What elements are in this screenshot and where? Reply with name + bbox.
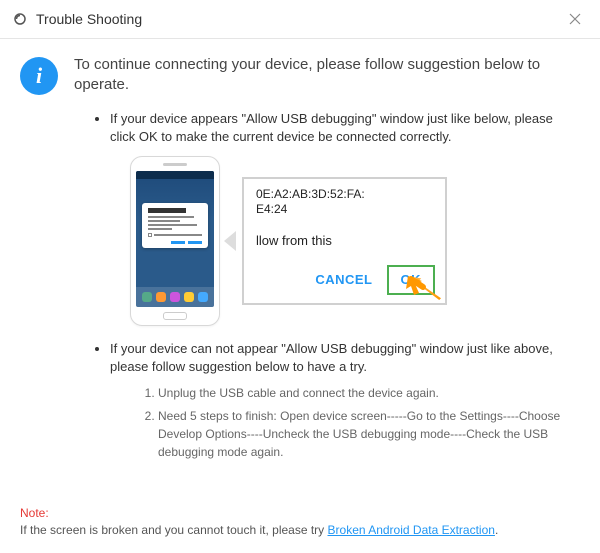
zoom-panel: 0E:A2:AB:3D:52:FA: E4:24 llow from this … xyxy=(242,177,447,305)
note-text-after: . xyxy=(495,523,498,537)
phone-mockup xyxy=(130,156,220,326)
instruction-item-2: If your device can not appear "Allow USB… xyxy=(110,340,580,461)
illustration: 0E:A2:AB:3D:52:FA: E4:24 llow from this … xyxy=(130,156,580,326)
note-text-before: If the screen is broken and you cannot t… xyxy=(20,523,328,537)
note-block: Note: If the screen is broken and you ca… xyxy=(20,505,580,539)
instruction-item-1: If your device appears "Allow USB debugg… xyxy=(110,110,580,326)
callout-pointer xyxy=(224,231,236,251)
mac-line-2: E4:24 xyxy=(254,202,435,218)
app-icon xyxy=(12,11,28,27)
ok-button-sample: OK xyxy=(387,265,436,295)
zoom-mid-text: llow from this xyxy=(254,232,435,250)
titlebar: Trouble Shooting xyxy=(0,0,600,39)
window-title: Trouble Shooting xyxy=(36,11,142,27)
intro-text: To continue connecting your device, plea… xyxy=(74,55,580,96)
mac-line-1: 0E:A2:AB:3D:52:FA: xyxy=(254,187,435,203)
intro-row: i To continue connecting your device, pl… xyxy=(20,55,580,96)
instruction-list: If your device appears "Allow USB debugg… xyxy=(20,110,580,462)
broken-android-link[interactable]: Broken Android Data Extraction xyxy=(328,523,495,537)
sub-steps: Unplug the USB cable and connect the dev… xyxy=(110,384,580,461)
info-icon: i xyxy=(20,57,58,95)
cancel-button-sample: CANCEL xyxy=(315,271,372,289)
dialog-content: i To continue connecting your device, pl… xyxy=(0,39,600,481)
note-label: Note: xyxy=(20,505,580,522)
instruction-text-2: If your device can not appear "Allow USB… xyxy=(110,341,553,374)
phone-popup xyxy=(142,203,208,248)
sub-step-1: Unplug the USB cable and connect the dev… xyxy=(158,384,580,402)
sub-step-2: Need 5 steps to finish: Open device scre… xyxy=(158,407,580,461)
instruction-text-1: If your device appears "Allow USB debugg… xyxy=(110,111,553,144)
close-button[interactable] xyxy=(564,8,586,30)
